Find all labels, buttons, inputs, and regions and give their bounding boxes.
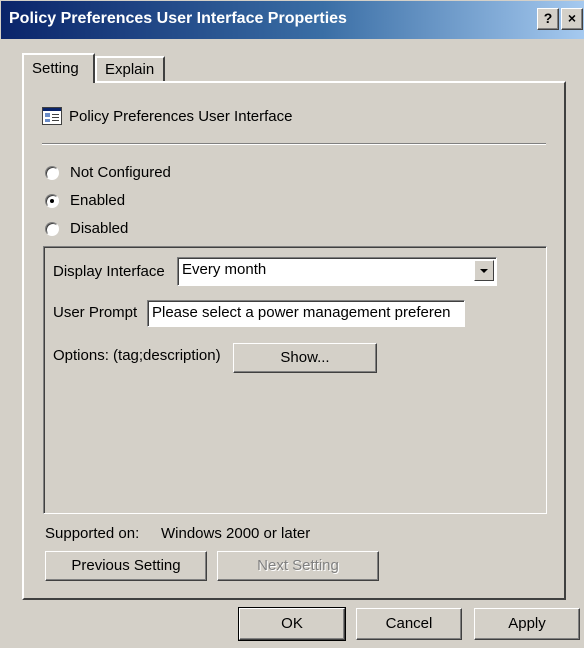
display-interface-label: Display Interface xyxy=(53,263,165,280)
previous-setting-button[interactable]: Previous Setting xyxy=(45,551,207,581)
user-prompt-label: User Prompt xyxy=(53,304,138,321)
cancel-button[interactable]: Cancel xyxy=(356,608,462,640)
radio-label: Enabled xyxy=(70,192,126,209)
show-button[interactable]: Show... xyxy=(233,343,377,373)
help-button[interactable]: ? xyxy=(537,8,559,30)
supported-on-label: Supported on: xyxy=(45,525,140,542)
policy-setting-icon xyxy=(42,107,62,125)
radio-button[interactable] xyxy=(45,166,59,180)
title-bar[interactable]: Policy Preferences User Interface Proper… xyxy=(1,1,584,39)
properties-dialog: Policy Preferences User Interface Proper… xyxy=(0,0,584,648)
radio-label: Not Configured xyxy=(70,164,171,181)
supported-on-value: Windows 2000 or later xyxy=(161,525,311,542)
radio-button[interactable] xyxy=(45,194,59,208)
next-setting-button[interactable]: Next Setting xyxy=(217,551,379,581)
display-interface-select[interactable]: Every month xyxy=(177,257,497,286)
apply-button[interactable]: Apply xyxy=(474,608,580,640)
options-group xyxy=(43,246,547,514)
policy-name: Policy Preferences User Interface xyxy=(69,108,293,125)
user-prompt-input[interactable]: Please select a power management prefere… xyxy=(147,300,465,327)
tab-explain[interactable]: Explain xyxy=(95,56,165,81)
close-button[interactable]: × xyxy=(561,8,583,30)
radio-button[interactable] xyxy=(45,222,59,236)
chevron-down-icon[interactable] xyxy=(474,260,494,281)
radio-label: Disabled xyxy=(70,220,129,237)
tab-setting[interactable]: Setting xyxy=(22,53,95,83)
options-label: Options: (tag;description) xyxy=(53,347,221,364)
window-title: Policy Preferences User Interface Proper… xyxy=(9,10,347,27)
ok-button[interactable]: OK xyxy=(238,607,346,641)
display-interface-value: Every month xyxy=(182,261,267,278)
separator xyxy=(42,143,546,145)
